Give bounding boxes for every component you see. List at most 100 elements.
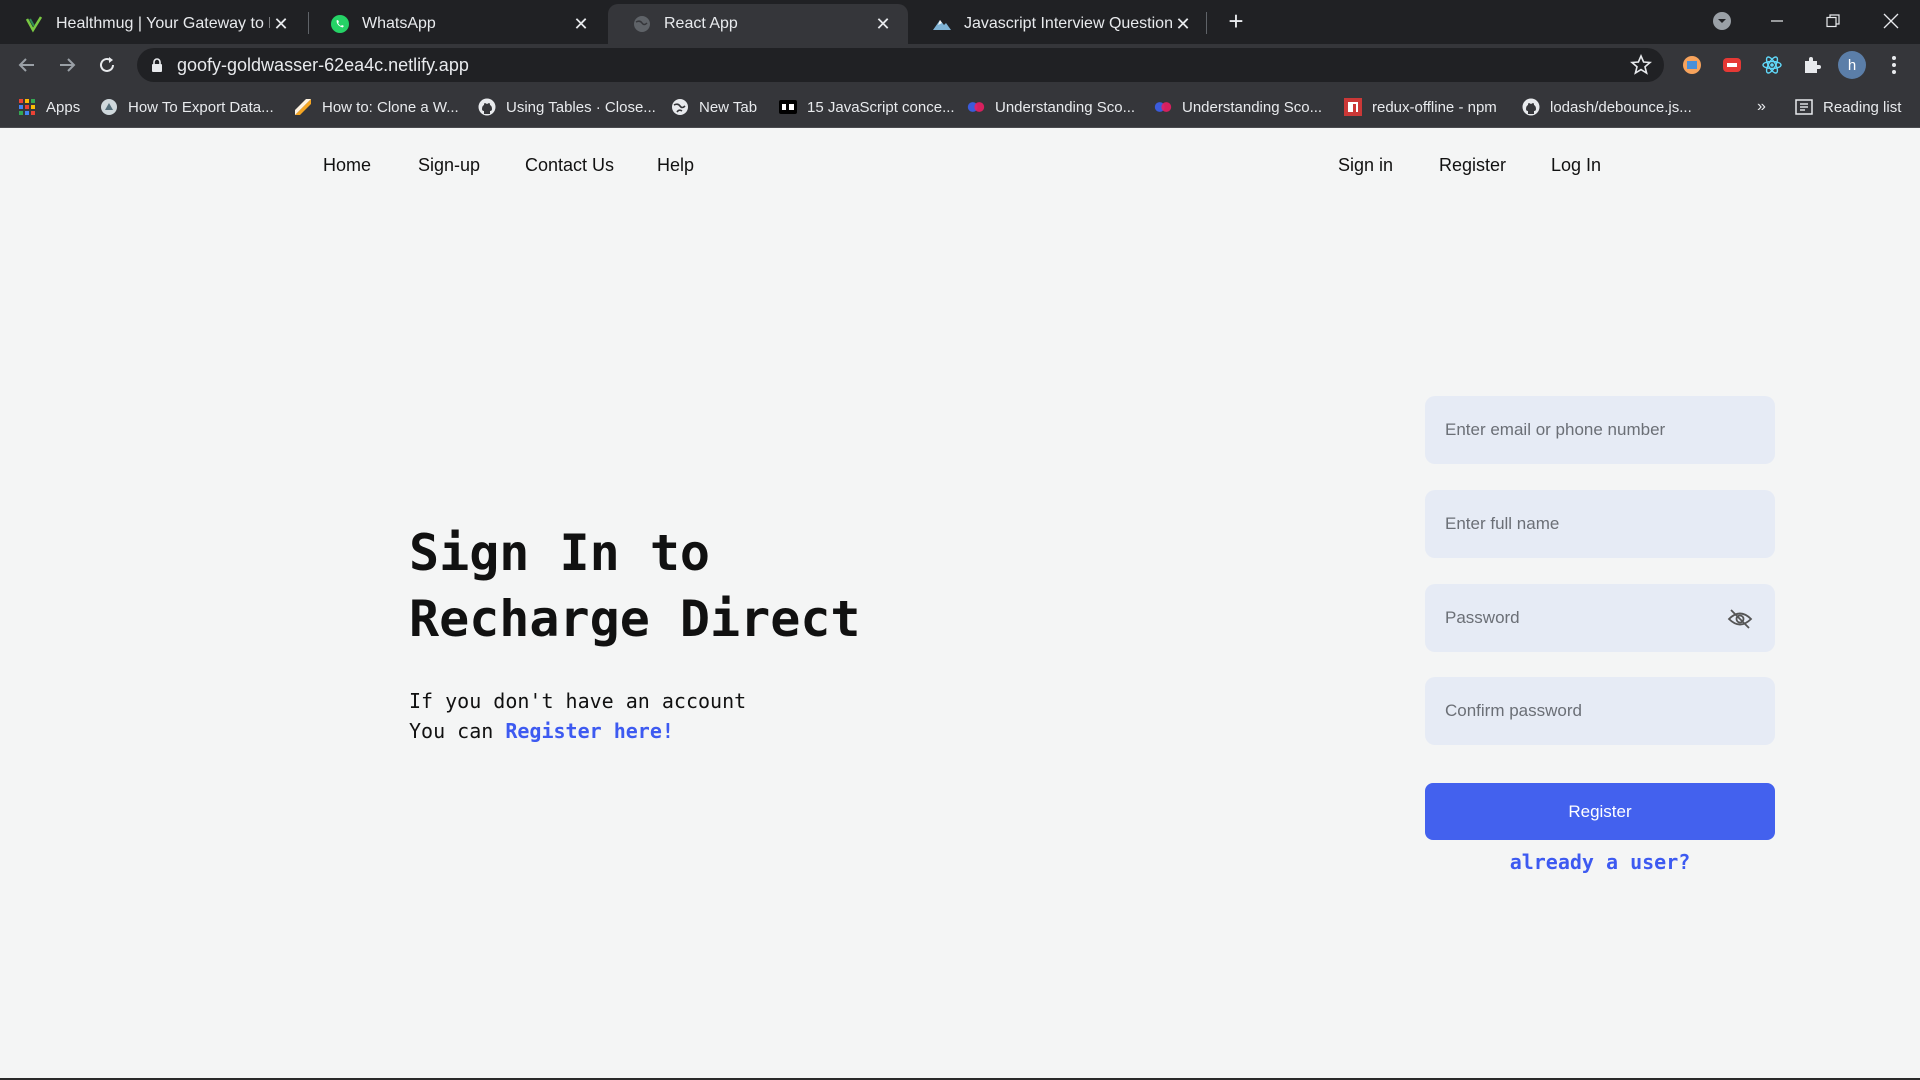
- reading-list-icon: [1795, 98, 1813, 116]
- bookmark-export-data[interactable]: How To Export Data...: [100, 95, 274, 119]
- reading-list-button[interactable]: Reading list: [1795, 95, 1901, 119]
- reload-button[interactable]: [93, 51, 121, 79]
- back-button[interactable]: [13, 51, 41, 79]
- bookmark-label: How to: Clone a W...: [322, 98, 459, 116]
- close-icon[interactable]: ✕: [570, 13, 592, 35]
- bookmark-star-icon[interactable]: [1630, 53, 1652, 81]
- subtitle-line-2: You can Register here!: [409, 719, 674, 743]
- page-content: Home Sign-up Contact Us Help Sign in Reg…: [0, 128, 1920, 1080]
- confirm-password-field[interactable]: [1425, 677, 1775, 745]
- close-window-button[interactable]: [1874, 6, 1908, 36]
- bookmark-clone[interactable]: How to: Clone a W...: [294, 95, 459, 119]
- whatsapp-icon: [330, 14, 350, 34]
- restore-icon: [1826, 14, 1840, 28]
- url-text: goofy-goldwasser-62ea4c.netlify.app: [177, 55, 469, 75]
- close-icon[interactable]: ✕: [1172, 13, 1194, 35]
- register-here-link[interactable]: Register here!: [505, 719, 674, 743]
- nav-home[interactable]: Home: [323, 155, 371, 176]
- title-line-2: Recharge Direct: [409, 590, 861, 648]
- close-icon: [1883, 13, 1899, 29]
- register-button[interactable]: Register: [1425, 783, 1775, 840]
- minimize-button[interactable]: [1760, 6, 1794, 36]
- globe-icon: [632, 14, 652, 34]
- bookmark-label: 15 JavaScript conce...: [807, 98, 955, 116]
- globe-icon: [671, 98, 689, 116]
- bookmark-label: redux-offline - npm: [1372, 98, 1497, 116]
- bookmark-label: New Tab: [699, 98, 758, 116]
- mountain-icon: [932, 14, 952, 34]
- nav-register[interactable]: Register: [1439, 155, 1506, 176]
- tab-healthmug[interactable]: Healthmug | Your Gateway to He ✕: [0, 4, 306, 44]
- nav-log-in[interactable]: Log In: [1551, 155, 1601, 176]
- forward-button[interactable]: [53, 51, 81, 79]
- already-user-link[interactable]: already a user?: [1425, 850, 1775, 874]
- npm-icon: [1344, 98, 1362, 116]
- dev-icon: [779, 98, 797, 116]
- title-line-1: Sign In to: [409, 524, 711, 582]
- email-field-wrapper: [1425, 396, 1775, 464]
- bookmark-15-js-concepts[interactable]: 15 JavaScript conce...: [779, 95, 955, 119]
- tab-title: React App: [664, 15, 738, 32]
- subtitle-prefix: You can: [409, 719, 506, 743]
- extension-picture-icon[interactable]: [1680, 53, 1704, 77]
- extension-red-icon[interactable]: [1720, 53, 1744, 77]
- bookmark-understanding-scope-1[interactable]: Understanding Sco...: [967, 95, 1135, 119]
- bookmark-new-tab[interactable]: New Tab: [671, 95, 757, 119]
- tab-react-app[interactable]: React App ✕: [608, 4, 908, 44]
- github-icon: [478, 98, 496, 116]
- tab-javascript-questions[interactable]: Javascript Interview Questions an ✕: [908, 4, 1208, 44]
- browser-tab-strip: Healthmug | Your Gateway to He ✕ WhatsAp…: [0, 0, 1920, 44]
- new-tab-button[interactable]: +: [1222, 8, 1250, 36]
- react-devtools-icon[interactable]: [1760, 53, 1784, 77]
- bookmark-label: Understanding Sco...: [1182, 98, 1323, 116]
- bookmark-label: Using Tables · Close...: [506, 98, 656, 116]
- bookmark-label: How To Export Data...: [128, 98, 274, 116]
- bookmark-lodash-debounce[interactable]: lodash/debounce.js...: [1522, 95, 1692, 119]
- bookmark-using-tables[interactable]: Using Tables · Close...: [478, 95, 656, 119]
- full-name-field[interactable]: [1425, 490, 1775, 558]
- tab-title: Healthmug | Your Gateway to He: [56, 15, 270, 32]
- tab-title: Javascript Interview Questions an: [964, 15, 1172, 32]
- email-field[interactable]: [1425, 396, 1775, 464]
- avatar-initial: h: [1847, 56, 1857, 74]
- hashnode-icon: [967, 98, 985, 116]
- eye-off-icon[interactable]: [1727, 608, 1753, 630]
- bookmark-label: Reading list: [1823, 98, 1902, 116]
- bookmark-apps[interactable]: Apps: [18, 95, 80, 119]
- profile-avatar[interactable]: h: [1838, 51, 1866, 79]
- bookmarks-overflow-button[interactable]: »: [1757, 95, 1766, 119]
- close-icon[interactable]: ✕: [872, 13, 894, 35]
- page-title: Sign In to Recharge Direct: [409, 520, 861, 652]
- tab-whatsapp[interactable]: WhatsApp ✕: [306, 4, 606, 44]
- password-field-wrapper: [1425, 584, 1775, 652]
- address-bar[interactable]: goofy-goldwasser-62ea4c.netlify.app: [137, 48, 1664, 82]
- bookmark-label: Understanding Sco...: [995, 98, 1136, 116]
- bookmark-understanding-scope-2[interactable]: Understanding Sco...: [1154, 95, 1322, 119]
- reload-icon: [100, 57, 114, 72]
- tab-divider: [1206, 12, 1207, 34]
- arrow-left-icon: [18, 58, 34, 72]
- apps-grid-icon: [18, 98, 36, 116]
- browser-toolbar: goofy-goldwasser-62ea4c.netlify.app h: [0, 44, 1920, 86]
- bookmark-label: lodash/debounce.js...: [1550, 98, 1692, 116]
- nav-contact-us[interactable]: Contact Us: [525, 155, 614, 176]
- password-field[interactable]: [1425, 584, 1775, 652]
- bookmarks-bar: Apps How To Export Data... How to: Clone…: [0, 86, 1920, 128]
- full-name-field-wrapper: [1425, 490, 1775, 558]
- lock-icon: [151, 57, 163, 78]
- bookmark-redux-offline[interactable]: redux-offline - npm: [1344, 95, 1497, 119]
- close-icon[interactable]: ✕: [270, 13, 292, 35]
- arrow-right-icon: [60, 58, 76, 72]
- nav-sign-in[interactable]: Sign in: [1338, 155, 1393, 176]
- healthmug-icon: [24, 14, 44, 34]
- tab-search-button[interactable]: [1705, 6, 1739, 36]
- hashnode-icon: [1154, 98, 1172, 116]
- nav-help[interactable]: Help: [657, 155, 694, 176]
- kebab-menu-icon[interactable]: [1882, 53, 1906, 77]
- minimize-icon: [1771, 20, 1783, 22]
- restore-button[interactable]: [1816, 6, 1850, 36]
- nav-sign-up[interactable]: Sign-up: [418, 155, 480, 176]
- extensions-puzzle-icon[interactable]: [1800, 53, 1824, 77]
- overflow-chevron-icon: »: [1757, 98, 1766, 115]
- subtitle-line-1: If you don't have an account: [409, 689, 747, 713]
